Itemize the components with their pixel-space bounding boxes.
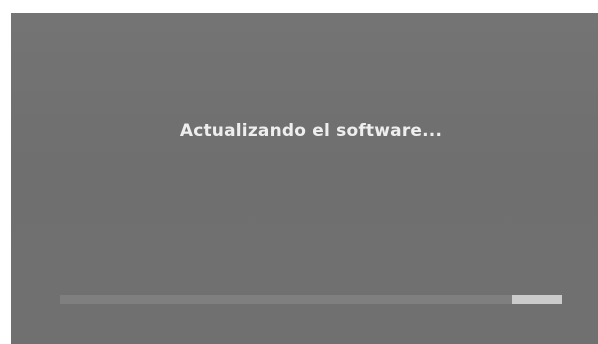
device-frame: Actualizando el software... <box>0 0 598 344</box>
update-progress-bar <box>60 295 562 304</box>
progress-indicator <box>512 295 562 304</box>
update-status-message: Actualizando el software... <box>179 121 443 141</box>
update-screen: Actualizando el software... <box>11 13 598 344</box>
